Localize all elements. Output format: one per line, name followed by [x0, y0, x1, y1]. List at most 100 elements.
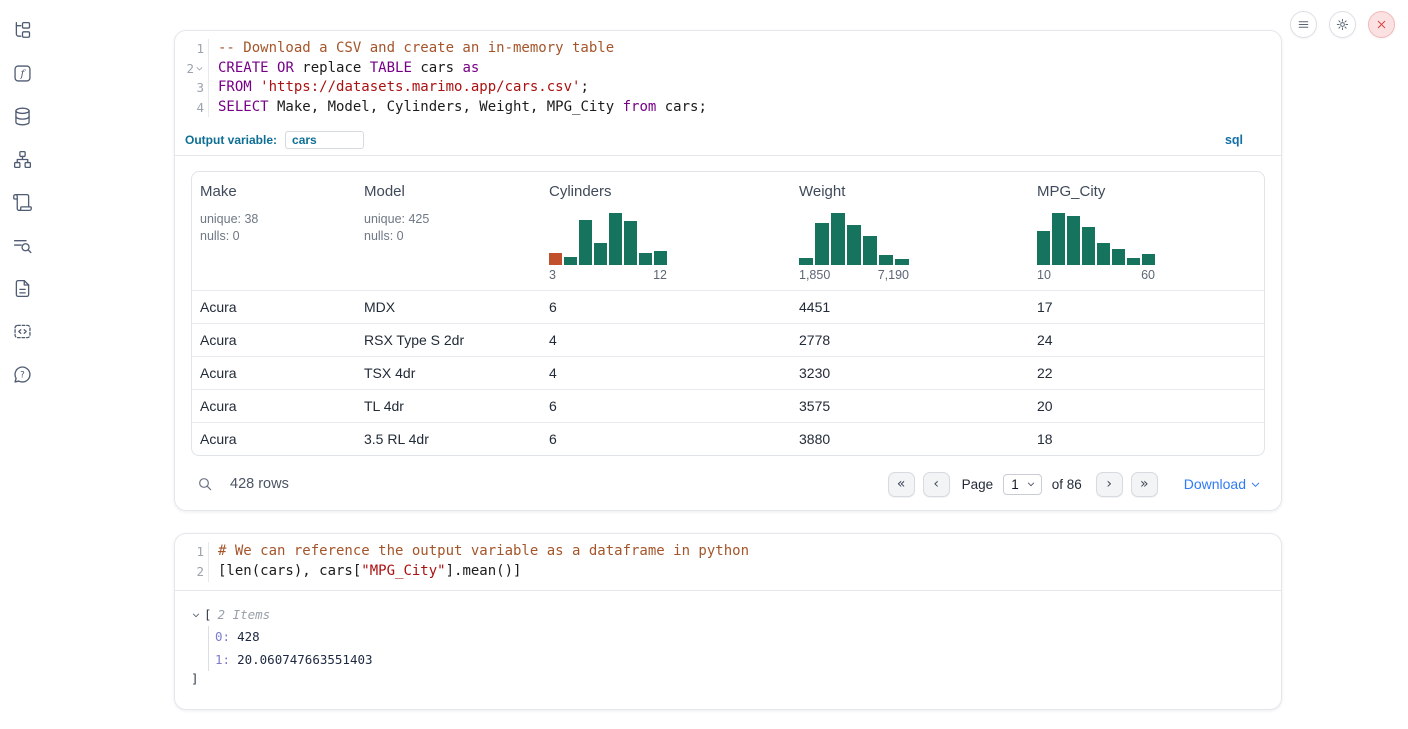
histogram-bar [1127, 258, 1140, 265]
table-cell: 3230 [791, 365, 1029, 381]
tree-entry: 1: 20.060747663551403 [215, 648, 1265, 671]
search-icon[interactable] [197, 476, 213, 492]
tree-output: [ 2 Items 0:4281:20.060747663551403 ] [175, 591, 1281, 709]
table-cell: TL 4dr [356, 398, 541, 414]
code-line: -- Download a CSV and create an in-memor… [218, 39, 1281, 59]
histogram-bar [799, 258, 813, 265]
close-icon[interactable] [1368, 11, 1395, 38]
fold-chevron-icon[interactable] [195, 64, 204, 73]
histogram-bar [879, 255, 893, 265]
histogram-bar [1097, 243, 1110, 265]
code-line: SELECT Make, Model, Cylinders, Weight, M… [218, 98, 1281, 118]
page-label: Page [962, 477, 994, 492]
column-header[interactable]: Weight1,8507,190 [791, 183, 1029, 290]
code-line: CREATE OR replace TABLE cars as [218, 59, 1281, 79]
last-page-button[interactable]: » [1131, 472, 1158, 497]
table-row[interactable]: AcuraRSX Type S 2dr4277824 [192, 323, 1264, 356]
histogram-bar [549, 253, 562, 265]
output-variable-row: Output variable: sql [175, 125, 1281, 156]
sql-cell: 1234 -- Download a CSV and create an in-… [174, 30, 1282, 511]
histogram-bar [639, 253, 652, 265]
python-cell: 12 # We can reference the output variabl… [174, 533, 1282, 709]
data-table: Makeunique: 38nulls: 0Modelunique: 425nu… [191, 171, 1265, 456]
tree-entries: 0:4281:20.060747663551403 [208, 626, 1265, 671]
python-code-editor[interactable]: 12 # We can reference the output variabl… [175, 534, 1281, 589]
table-cell: 17 [1029, 299, 1264, 315]
function-icon[interactable]: f [8, 59, 36, 87]
histogram-axis-labels: 312 [549, 268, 667, 282]
table-cell: 20 [1029, 398, 1264, 414]
histogram-bar [654, 251, 667, 265]
table-row[interactable]: Acura3.5 RL 4dr6388018 [192, 422, 1264, 455]
tree-entry-key: 1: [215, 652, 230, 667]
next-page-button[interactable]: › [1096, 472, 1123, 497]
table-cell: 4 [541, 332, 791, 348]
line-number: 1 [175, 39, 208, 59]
table-row[interactable]: AcuraMDX6445117 [192, 290, 1264, 323]
histogram-bar [579, 220, 592, 265]
code-line: # We can reference the output variable a… [218, 542, 1281, 562]
page-select[interactable]: 1 [1003, 474, 1042, 495]
close-bracket: ] [191, 671, 1265, 691]
histogram-bar [831, 213, 845, 265]
gear-icon[interactable] [1329, 11, 1356, 38]
list-search-icon[interactable] [8, 231, 36, 259]
open-bracket: [ [204, 607, 212, 622]
tree-entry-key: 0: [215, 629, 230, 644]
histogram-bar [847, 225, 861, 265]
table-cell: 3880 [791, 431, 1029, 447]
tree-entry-value: 20.060747663551403 [237, 652, 372, 667]
document-icon[interactable] [8, 274, 36, 302]
download-button[interactable]: Download [1184, 476, 1261, 492]
database-icon[interactable] [8, 102, 36, 130]
file-tree-icon[interactable] [8, 16, 36, 44]
histogram-bar [1142, 254, 1155, 265]
histogram-bar [624, 221, 637, 265]
line-number-gutter: 1234 [175, 39, 209, 117]
topbar-controls [1290, 11, 1395, 38]
menu-icon[interactable] [1290, 11, 1317, 38]
table-cell: 2778 [791, 332, 1029, 348]
table-row[interactable]: AcuraTL 4dr6357520 [192, 389, 1264, 422]
help-icon[interactable]: ? [8, 360, 36, 388]
histogram-bar [1052, 213, 1065, 265]
chevron-down-icon[interactable] [191, 610, 201, 620]
column-histogram [799, 213, 1021, 265]
column-stats: unique: 425nulls: 0 [364, 211, 533, 245]
page-total-label: of 86 [1052, 477, 1082, 492]
column-header[interactable]: Cylinders 312 [541, 183, 791, 290]
histogram-bar [564, 257, 577, 265]
sql-code-editor[interactable]: 1234 -- Download a CSV and create an in-… [175, 31, 1281, 125]
column-header[interactable]: Modelunique: 425nulls: 0 [356, 183, 541, 290]
prev-page-button[interactable]: ‹ [923, 472, 950, 497]
histogram-bar [863, 236, 877, 265]
line-number: 2 [175, 562, 208, 582]
histogram-bar [1082, 227, 1095, 265]
table-cell: MDX [356, 299, 541, 315]
column-name: Cylinders [549, 183, 783, 200]
line-number-gutter: 12 [175, 542, 209, 581]
first-page-button[interactable]: « [888, 472, 915, 497]
table-cell: 3575 [791, 398, 1029, 414]
column-name: Make [200, 183, 348, 200]
table-cell: 6 [541, 431, 791, 447]
histogram-axis-labels: 1,8507,190 [799, 268, 909, 282]
dependency-graph-icon[interactable] [8, 145, 36, 173]
table-cell: 6 [541, 398, 791, 414]
column-header[interactable]: Makeunique: 38nulls: 0 [192, 183, 356, 290]
column-name: MPG_City [1037, 183, 1256, 200]
snippets-icon[interactable] [8, 317, 36, 345]
sql-output: Makeunique: 38nulls: 0Modelunique: 425nu… [175, 156, 1281, 510]
row-count: 428 rows [230, 476, 289, 492]
table-cell: Acura [192, 299, 356, 315]
column-header[interactable]: MPG_City1060 [1029, 183, 1264, 290]
histogram-bar [1037, 231, 1050, 265]
table-cell: 22 [1029, 365, 1264, 381]
scroll-icon[interactable] [8, 188, 36, 216]
output-variable-input[interactable] [285, 131, 364, 149]
code-lines: -- Download a CSV and create an in-memor… [209, 39, 1281, 117]
table-cell: 18 [1029, 431, 1264, 447]
table-body: AcuraMDX6445117AcuraRSX Type S 2dr427782… [192, 290, 1264, 455]
table-row[interactable]: AcuraTSX 4dr4323022 [192, 356, 1264, 389]
line-number: 2 [175, 59, 208, 79]
